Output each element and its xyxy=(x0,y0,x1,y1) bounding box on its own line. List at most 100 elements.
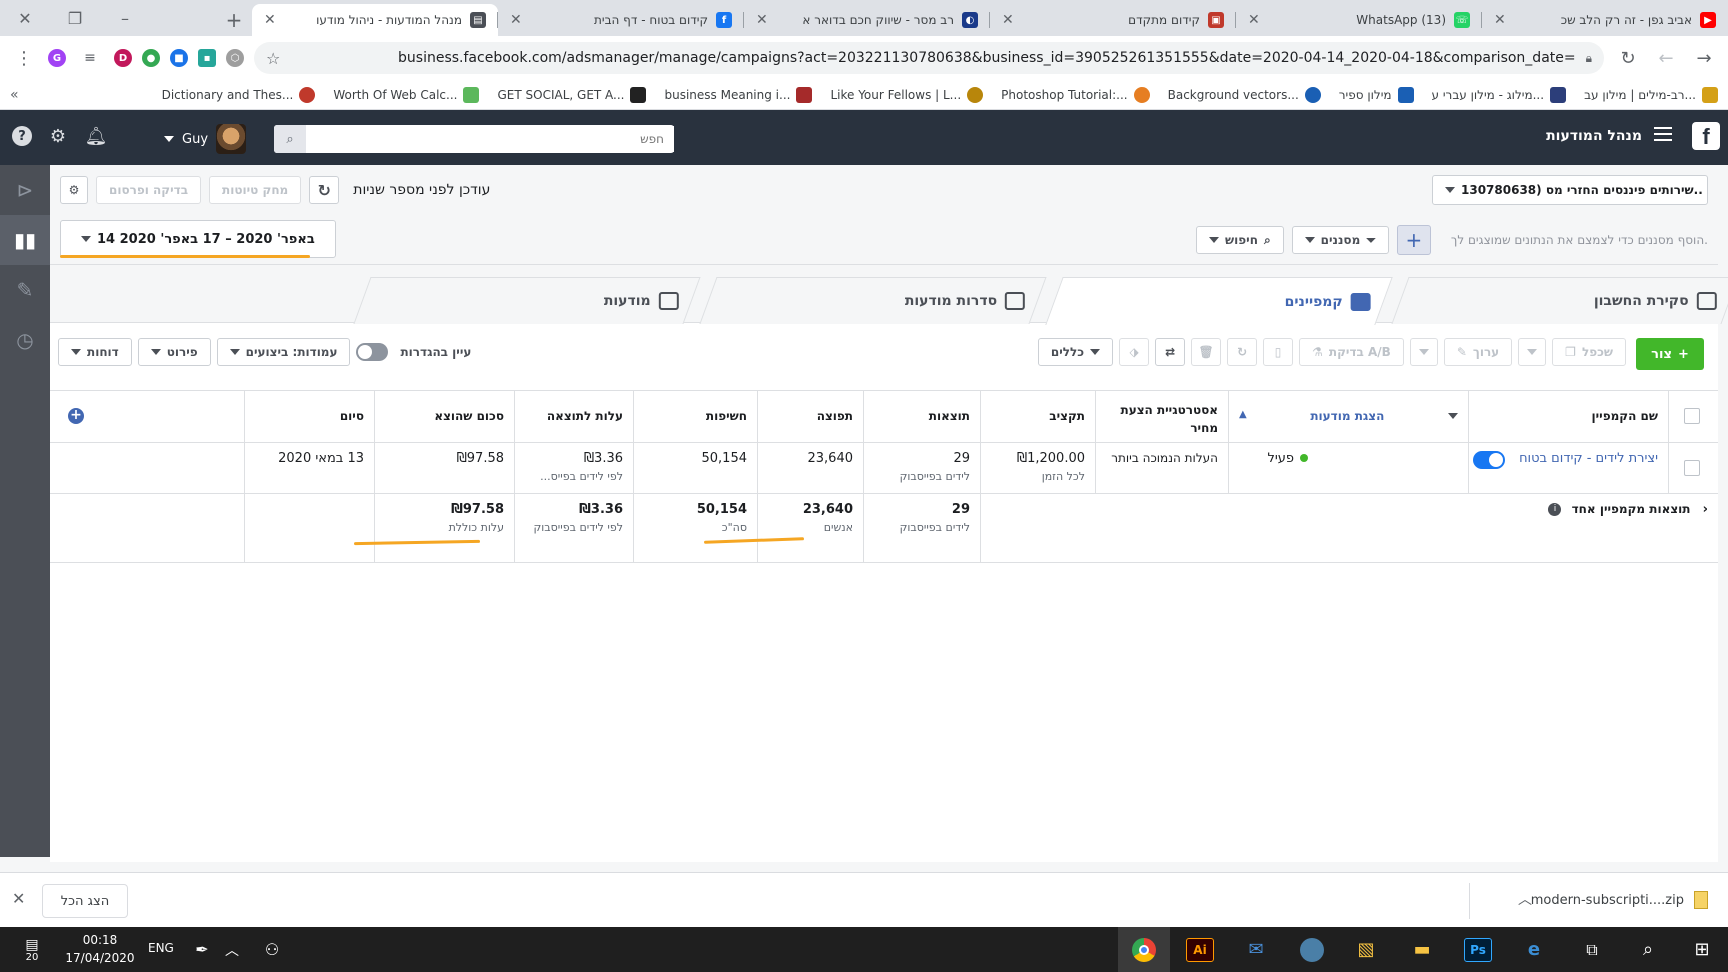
close-icon[interactable]: ✕ xyxy=(510,12,522,28)
lock-icon[interactable]: 🔒︎ xyxy=(1586,51,1592,66)
col-bid-strategy[interactable]: אסטרטגיית הצעת מחיר xyxy=(1095,391,1228,442)
row-checkbox[interactable] xyxy=(1684,460,1700,476)
extension-icon[interactable]: D xyxy=(114,49,132,67)
close-icon[interactable]: ✕ xyxy=(1002,12,1014,28)
restore-window-icon[interactable]: ❐ xyxy=(50,9,100,28)
menu-dots-icon[interactable]: ⋮ xyxy=(10,44,38,72)
col-amount-spent[interactable]: סכום שהוצא xyxy=(374,391,514,442)
more-bookmarks-icon[interactable]: « xyxy=(10,87,19,103)
minimize-window-icon[interactable]: – xyxy=(100,9,150,28)
col-results[interactable]: תוצאות xyxy=(863,391,980,442)
profile-icon[interactable]: G xyxy=(48,49,66,67)
download-item[interactable]: modern-subscripti....zip xyxy=(1531,891,1708,909)
browser-tab[interactable]: ▣ קידום מתקדם ✕ xyxy=(990,4,1236,36)
search-icon[interactable]: ⌕ xyxy=(1622,927,1674,972)
task-view-icon[interactable]: ⧉ xyxy=(1566,927,1618,972)
delete-button[interactable]: 🗑︎ xyxy=(1191,338,1222,366)
file-explorer-taskbar-icon[interactable]: ▬ xyxy=(1396,927,1448,972)
show-all-button[interactable]: הצג הכל xyxy=(42,884,128,918)
refresh-button[interactable]: ↻ xyxy=(309,176,340,204)
windows-start-icon[interactable]: ⊞ xyxy=(1676,927,1728,972)
tab-account-overview[interactable]: סקירת החשבון xyxy=(1391,277,1728,324)
close-icon[interactable]: ✕ xyxy=(12,889,25,908)
close-icon[interactable]: ✕ xyxy=(1494,12,1506,28)
col-cost-per-result[interactable]: עלות לתוצאה xyxy=(514,391,633,442)
close-icon[interactable]: ✕ xyxy=(264,12,276,28)
account-selector[interactable]: שירותים פיננסים החזרי מס (130780638.. xyxy=(1432,175,1708,205)
edit-dropdown[interactable] xyxy=(1409,338,1438,366)
breakdown-button[interactable]: פירוט xyxy=(137,338,211,366)
extension-icon[interactable]: ⬡ xyxy=(226,49,244,67)
new-tab-icon[interactable]: + xyxy=(216,4,252,36)
browser-tab[interactable]: ◐ רב מסר - שיווק חכם בדואר א ✕ xyxy=(744,4,990,36)
browser-tab-active[interactable]: ▤ מנהל המודעות - ניהול מודעו ✕ xyxy=(252,4,498,36)
clipboard-button[interactable]: ▯ xyxy=(1263,338,1294,366)
help-icon[interactable]: ? xyxy=(12,126,32,146)
tab-adsets[interactable]: סדרות מודעות xyxy=(699,277,1047,324)
ab-test-button[interactable]: ⚗ בדיקת A/B xyxy=(1299,338,1404,366)
expand-nav-icon[interactable]: ⊳ xyxy=(0,165,50,215)
select-all-checkbox[interactable] xyxy=(1684,408,1700,424)
bookmark-item[interactable]: Worth Of Web Calc... xyxy=(333,86,480,103)
address-bar[interactable]: ☆ business.facebook.com/adsmanager/manag… xyxy=(254,42,1604,74)
clock-icon[interactable]: ◷ xyxy=(0,315,50,365)
browser-tab[interactable]: ▶ אביב גפן - זה רק הלב שכ ✕ xyxy=(1482,4,1728,36)
close-window-icon[interactable]: ✕ xyxy=(0,9,50,28)
hamburger-menu-icon[interactable] xyxy=(1654,127,1672,141)
edge-taskbar-icon[interactable]: e xyxy=(1508,927,1560,972)
info-icon[interactable]: i xyxy=(1548,503,1562,516)
facebook-logo-icon[interactable]: f xyxy=(1692,122,1720,150)
language-indicator[interactable]: ENG xyxy=(148,941,174,955)
settings-button[interactable]: ⚙ xyxy=(60,176,88,204)
rules-button[interactable]: כללים xyxy=(1037,338,1114,366)
bell-icon[interactable]: 🔔︎ xyxy=(84,124,108,148)
photoshop-taskbar-icon[interactable]: Ps xyxy=(1452,927,1504,972)
extension-icon[interactable]: ● xyxy=(142,49,160,67)
col-delivery[interactable]: הצגת מודעות ▲ xyxy=(1228,391,1468,442)
columns-button[interactable]: עמודות: ביצועים xyxy=(216,338,351,366)
reading-list-icon[interactable]: ≡ xyxy=(76,44,104,72)
url-text[interactable]: business.facebook.com/adsmanager/manage/… xyxy=(290,50,1576,66)
people-icon[interactable]: ⚇ xyxy=(246,927,298,972)
restart-button[interactable]: ↻ xyxy=(1227,338,1258,366)
forward-icon[interactable]: ← xyxy=(1652,44,1680,72)
extension-icon[interactable]: ▪ xyxy=(198,49,216,67)
add-filter-button[interactable]: + xyxy=(1396,225,1431,255)
col-reach[interactable]: תפוצה xyxy=(757,391,863,442)
tab-campaigns[interactable]: קמפיינים xyxy=(1045,277,1393,325)
date-range-picker[interactable]: 14 באפר' 2020 – 17 באפר' 2020 xyxy=(60,220,336,258)
bookmark-item[interactable]: Background vectors... xyxy=(1168,86,1321,103)
duplicate-dropdown[interactable] xyxy=(1518,338,1547,366)
performance-chart-icon[interactable]: ▮▮ xyxy=(0,215,50,265)
tab-ads[interactable]: מודעות xyxy=(353,277,701,324)
reload-icon[interactable]: ↻ xyxy=(1614,44,1642,72)
col-impressions[interactable]: חשיפות xyxy=(633,391,757,442)
mail-taskbar-icon[interactable]: ✉ xyxy=(1230,927,1282,972)
bookmark-item[interactable]: רב-מילים | מילון עב... xyxy=(1584,86,1718,103)
close-icon[interactable]: ✕ xyxy=(756,12,768,28)
bookmark-item[interactable]: מילון ספיר xyxy=(1339,86,1414,103)
col-budget[interactable]: תקציב xyxy=(980,391,1095,442)
illustrator-taskbar-icon[interactable]: Ai xyxy=(1174,927,1226,972)
duplicate-button[interactable]: ❐ שכפל xyxy=(1552,338,1626,366)
view-setup-toggle[interactable] xyxy=(356,343,389,361)
back-icon[interactable]: → xyxy=(1690,44,1718,72)
pencil-icon[interactable]: ✎ xyxy=(0,265,50,315)
chevron-right-icon[interactable]: ‹ xyxy=(1703,502,1708,517)
bookmark-item[interactable]: Photoshop Tutorial:... xyxy=(1001,86,1150,103)
bookmark-item[interactable]: Like Your Fellows | L... xyxy=(830,86,984,103)
notifications-icon[interactable]: ▤ 20 xyxy=(6,927,58,972)
user-menu[interactable]: Guy xyxy=(164,124,247,154)
edit-button[interactable]: ✎ ערוך xyxy=(1443,338,1513,366)
bookmark-star-icon[interactable]: ☆ xyxy=(266,49,280,68)
gear-icon[interactable]: ⚙ xyxy=(46,124,70,148)
review-publish-button[interactable]: בדיקה ופרסום xyxy=(96,176,202,204)
close-icon[interactable]: ✕ xyxy=(1248,12,1260,28)
export-button[interactable]: ⇄ xyxy=(1155,338,1186,366)
discard-drafts-button[interactable]: מחק טיוטות xyxy=(209,176,302,204)
tag-button[interactable]: ⬗ xyxy=(1119,338,1150,366)
campaign-name-link[interactable]: יצירת לידים - קידום בטוח xyxy=(1519,451,1658,466)
search-filter-button[interactable]: חיפוש ⌕ xyxy=(1196,226,1284,254)
bookmark-item[interactable]: GET SOCIAL, GET A... xyxy=(497,86,647,103)
search-icon[interactable]: ⌕ xyxy=(274,125,306,153)
